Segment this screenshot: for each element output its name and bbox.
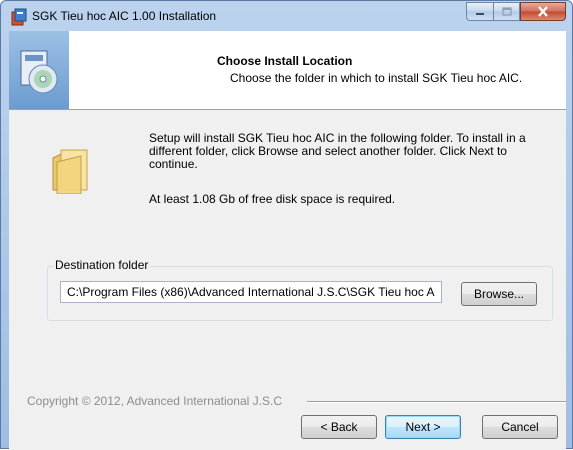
minimize-button[interactable] [466,2,493,21]
caption-buttons [466,2,566,21]
close-icon [538,6,548,17]
wizard-client-area: Choose Install Location Choose the folde… [9,31,566,450]
next-button[interactable]: Next > [385,415,461,439]
maximize-button[interactable] [493,2,520,21]
destination-path-input[interactable] [60,281,442,303]
installer-icon [11,8,27,26]
maximize-icon [501,7,512,16]
wizard-header: Choose Install Location Choose the folde… [9,31,566,110]
cancel-button[interactable]: Cancel [482,415,558,439]
install-disc-icon [20,50,58,94]
folder-icon [52,149,88,194]
disk-space-note: At least 1.08 Gb of free disk space is r… [149,192,396,206]
footer-divider [307,401,566,403]
destination-folder-label: Destination folder [53,258,151,272]
close-button[interactable] [520,2,566,21]
header-banner [9,31,69,109]
window-title: SGK Tieu hoc AIC 1.00 Installation [32,9,217,23]
minimize-icon [476,12,484,15]
page-title: Choose Install Location [217,54,353,68]
title-bar[interactable]: SGK Tieu hoc AIC 1.00 Installation [1,1,572,31]
copyright-text: Copyright © 2012, Advanced International… [27,394,282,408]
installer-window: SGK Tieu hoc AIC 1.00 Installation Choos… [0,0,573,450]
install-description: Setup will install SGK Tieu hoc AIC in t… [149,131,526,171]
page-subtitle: Choose the folder in which to install SG… [230,71,523,85]
browse-button[interactable]: Browse... [461,282,537,306]
back-button[interactable]: < Back [301,415,377,439]
